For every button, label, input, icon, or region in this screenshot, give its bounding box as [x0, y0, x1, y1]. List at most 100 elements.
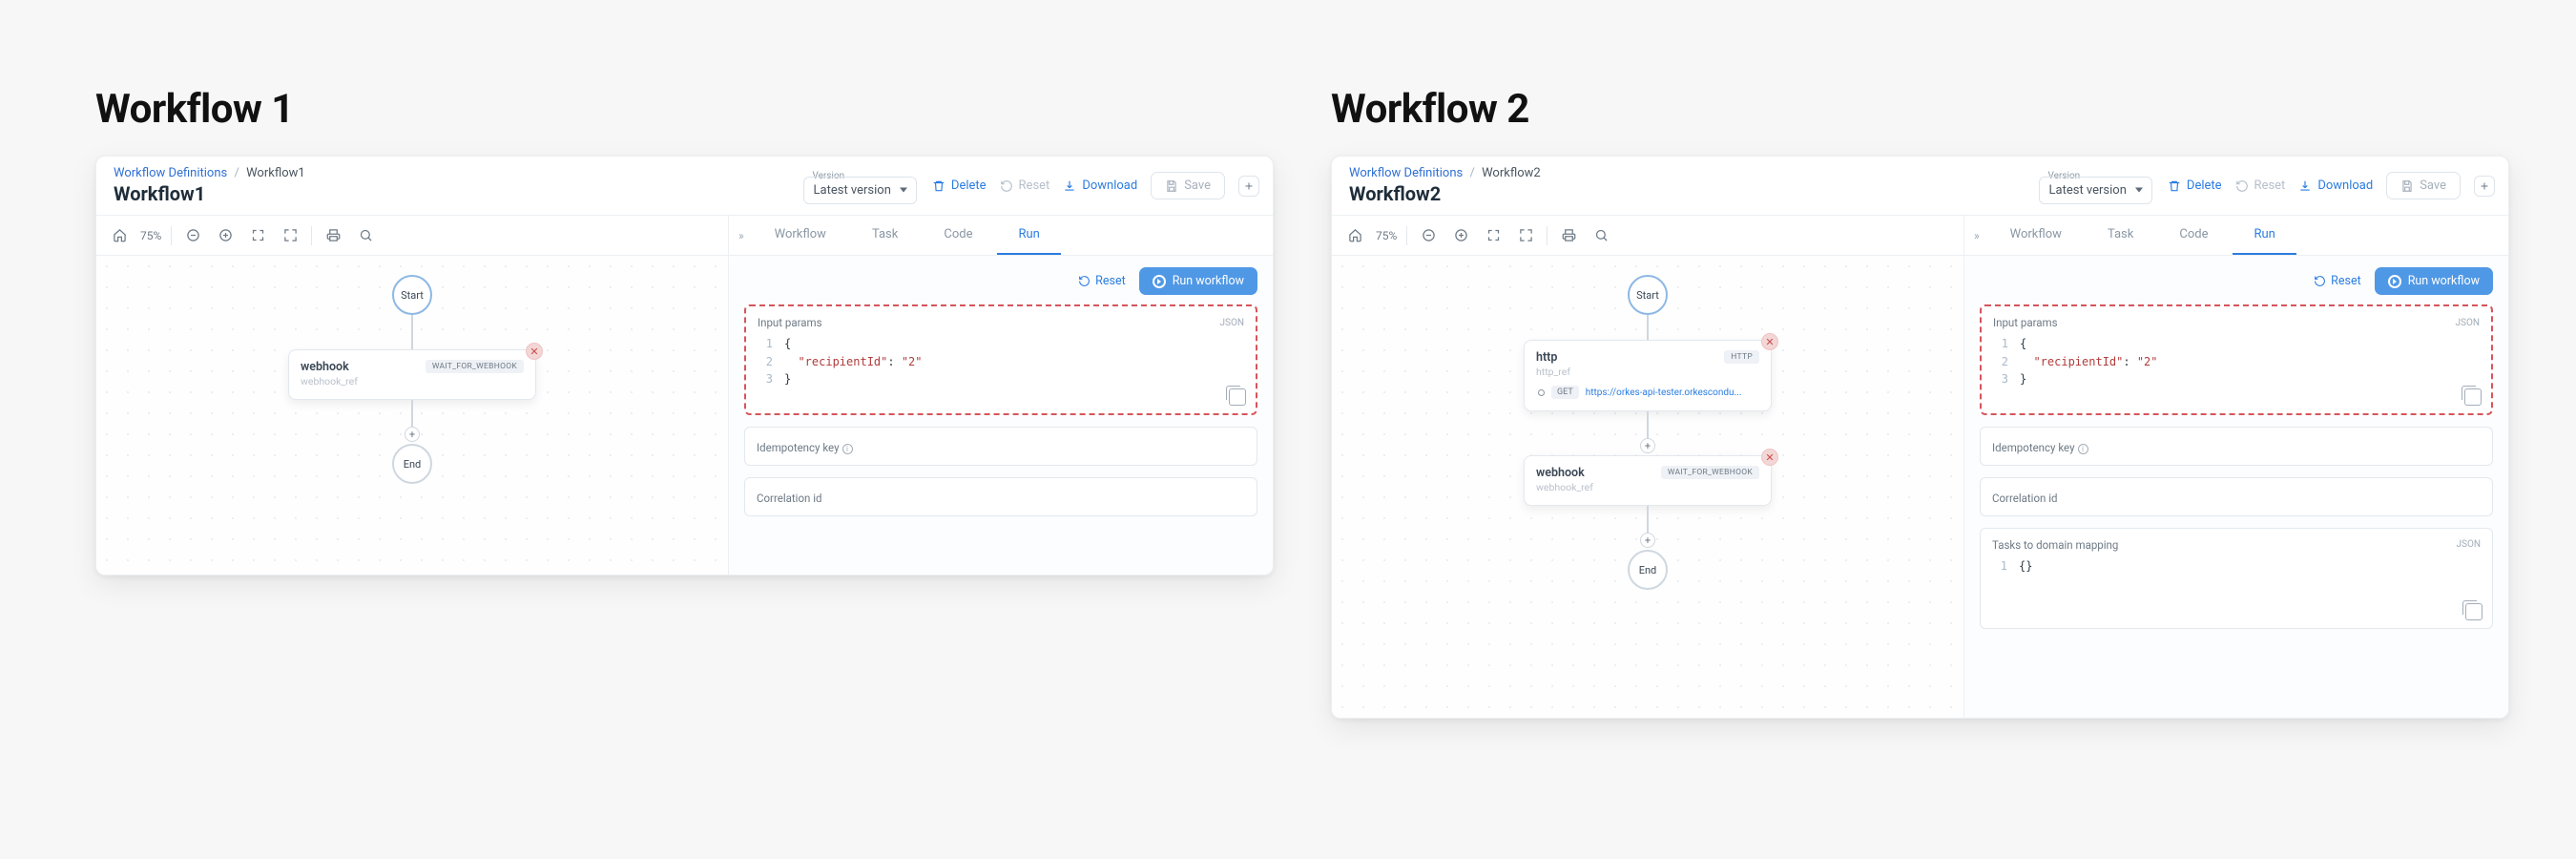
- add-node-icon[interactable]: +: [405, 427, 420, 442]
- copy-icon[interactable]: [2465, 603, 2483, 620]
- delete-button[interactable]: Delete: [2168, 178, 2222, 193]
- json-tag: JSON: [2456, 318, 2480, 328]
- end-node[interactable]: End: [392, 444, 432, 484]
- save-icon: [2400, 179, 2414, 193]
- canvas-toolbar: 75%: [1332, 216, 1963, 256]
- search-icon[interactable]: [354, 224, 377, 247]
- remove-task-icon[interactable]: ✕: [526, 343, 543, 360]
- info-icon[interactable]: i: [2078, 444, 2088, 454]
- input-params-label: Input params: [758, 316, 822, 329]
- copy-icon[interactable]: [1229, 388, 1246, 406]
- input-params-box[interactable]: Input params JSON 1{ 2 "recipientId": "2…: [744, 304, 1257, 415]
- top-actions: Version Latest version Delete Reset Down…: [2024, 157, 2508, 215]
- zoom-in-icon[interactable]: [214, 224, 237, 247]
- play-icon: [1153, 275, 1166, 288]
- reset-icon: [1078, 275, 1091, 287]
- task-card-http[interactable]: ✕ http http_ref HTTP: [1524, 340, 1772, 411]
- correlation-label: Correlation id: [757, 492, 821, 505]
- search-icon[interactable]: [1589, 224, 1612, 247]
- tab-run[interactable]: Run: [997, 216, 1060, 255]
- task-card-webhook[interactable]: ✕ webhook webhook_ref WAIT_FOR_WEBHOOK: [1524, 455, 1772, 506]
- fit-icon[interactable]: [1482, 224, 1505, 247]
- column-title-1: Workflow 1: [95, 86, 1274, 133]
- panel-header: Workflow Definitions / Workflow2 Workflo…: [1332, 157, 2508, 216]
- fullscreen-icon[interactable]: [279, 224, 301, 247]
- collapse-chevron-icon[interactable]: »: [738, 229, 744, 242]
- version-select-wrapper: Version Latest version: [2037, 168, 2154, 204]
- right-tabs: » Workflow Task Code Run: [729, 216, 1273, 256]
- breadcrumb-separator: /: [1469, 166, 1474, 180]
- play-icon: [2388, 275, 2401, 288]
- info-icon[interactable]: i: [842, 444, 853, 454]
- save-button[interactable]: Save: [2386, 172, 2461, 199]
- zoom-out-icon[interactable]: [1417, 224, 1440, 247]
- editor-panel-2: Workflow Definitions / Workflow2 Workflo…: [1331, 156, 2509, 719]
- correlation-label: Correlation id: [1992, 492, 2057, 505]
- correlation-id-input[interactable]: Correlation id: [744, 477, 1257, 516]
- json-tag: JSON: [2457, 539, 2481, 550]
- task-type-badge: WAIT_FOR_WEBHOOK: [1661, 466, 1759, 479]
- add-button[interactable]: [2474, 176, 2495, 197]
- idempotency-key-input[interactable]: Idempotency keyi: [1980, 427, 2493, 466]
- run-reset-button[interactable]: Reset: [1078, 274, 1126, 288]
- print-icon[interactable]: [322, 224, 344, 247]
- input-params-code[interactable]: 1{ 2 "recipientId": "2" 3}: [758, 335, 1244, 388]
- correlation-id-input[interactable]: Correlation id: [1980, 477, 2493, 516]
- print-icon[interactable]: [1557, 224, 1580, 247]
- run-workflow-button[interactable]: Run workflow: [1139, 267, 1257, 295]
- task-card-webhook[interactable]: ✕ webhook webhook_ref WAIT_FOR_WEBHOOK: [288, 349, 536, 400]
- save-button[interactable]: Save: [1151, 172, 1225, 199]
- input-params-code[interactable]: 1{ 2 "recipientId": "2" 3}: [1993, 335, 2480, 388]
- fit-icon[interactable]: [246, 224, 269, 247]
- http-url: https://orkes-api-tester.orkescondu...: [1586, 388, 1759, 398]
- version-select[interactable]: Latest version: [2039, 177, 2152, 204]
- breadcrumb-root-link[interactable]: Workflow Definitions: [1349, 166, 1463, 180]
- task-ref: http_ref: [1536, 366, 1570, 378]
- collapse-chevron-icon[interactable]: »: [1974, 229, 1980, 242]
- tab-task[interactable]: Task: [2087, 216, 2154, 255]
- remove-task-icon[interactable]: ✕: [1761, 449, 1778, 466]
- workflow-canvas[interactable]: Start ✕ webhook webhook_ref WAIT_FOR_WEB…: [96, 256, 728, 575]
- start-node[interactable]: Start: [1628, 275, 1668, 315]
- tab-workflow[interactable]: Workflow: [1989, 216, 2083, 255]
- task-type-badge: HTTP: [1724, 350, 1759, 364]
- task-domain-mapping-box[interactable]: Tasks to domain mapping JSON 1{}: [1980, 528, 2493, 630]
- tab-task[interactable]: Task: [851, 216, 919, 255]
- idempotency-key-input[interactable]: Idempotency keyi: [744, 427, 1257, 466]
- task-name: http: [1536, 350, 1570, 365]
- delete-button[interactable]: Delete: [932, 178, 987, 193]
- editor-panel-1: Workflow Definitions / Workflow1 Workflo…: [95, 156, 1274, 576]
- zoom-out-icon[interactable]: [181, 224, 204, 247]
- tab-workflow[interactable]: Workflow: [754, 216, 847, 255]
- breadcrumb-root-link[interactable]: Workflow Definitions: [114, 166, 227, 180]
- start-node[interactable]: Start: [392, 275, 432, 315]
- reset-button[interactable]: Reset: [1000, 178, 1050, 193]
- tab-code[interactable]: Code: [923, 216, 993, 255]
- home-icon[interactable]: [1343, 224, 1366, 247]
- add-node-icon[interactable]: +: [1640, 533, 1655, 548]
- task-name: webhook: [301, 360, 358, 374]
- download-button[interactable]: Download: [1063, 178, 1137, 193]
- run-reset-button[interactable]: Reset: [2314, 274, 2361, 288]
- home-icon[interactable]: [108, 224, 131, 247]
- remove-task-icon[interactable]: ✕: [1761, 333, 1778, 350]
- end-node[interactable]: End: [1628, 550, 1668, 590]
- page-title: Workflow2: [1349, 182, 2006, 205]
- tab-code[interactable]: Code: [2158, 216, 2229, 255]
- fullscreen-icon[interactable]: [1514, 224, 1537, 247]
- add-button[interactable]: [1238, 176, 1259, 197]
- add-node-icon[interactable]: +: [1640, 438, 1655, 453]
- run-workflow-button[interactable]: Run workflow: [2375, 267, 2493, 295]
- tab-run[interactable]: Run: [2233, 216, 2296, 255]
- plus-icon: [1243, 180, 1255, 192]
- workflow-canvas[interactable]: Start ✕ http http_ref HTTP: [1332, 256, 1963, 718]
- copy-icon[interactable]: [2464, 388, 2482, 406]
- input-params-box[interactable]: Input params JSON 1{ 2 "recipientId": "2…: [1980, 304, 2493, 415]
- version-select[interactable]: Latest version: [803, 177, 917, 204]
- zoom-in-icon[interactable]: [1449, 224, 1472, 247]
- download-button[interactable]: Download: [2298, 178, 2373, 193]
- task-domain-code[interactable]: 1{}: [1992, 557, 2481, 576]
- reset-button[interactable]: Reset: [2235, 178, 2286, 193]
- panel-header: Workflow Definitions / Workflow1 Workflo…: [96, 157, 1273, 216]
- save-icon: [1165, 179, 1178, 193]
